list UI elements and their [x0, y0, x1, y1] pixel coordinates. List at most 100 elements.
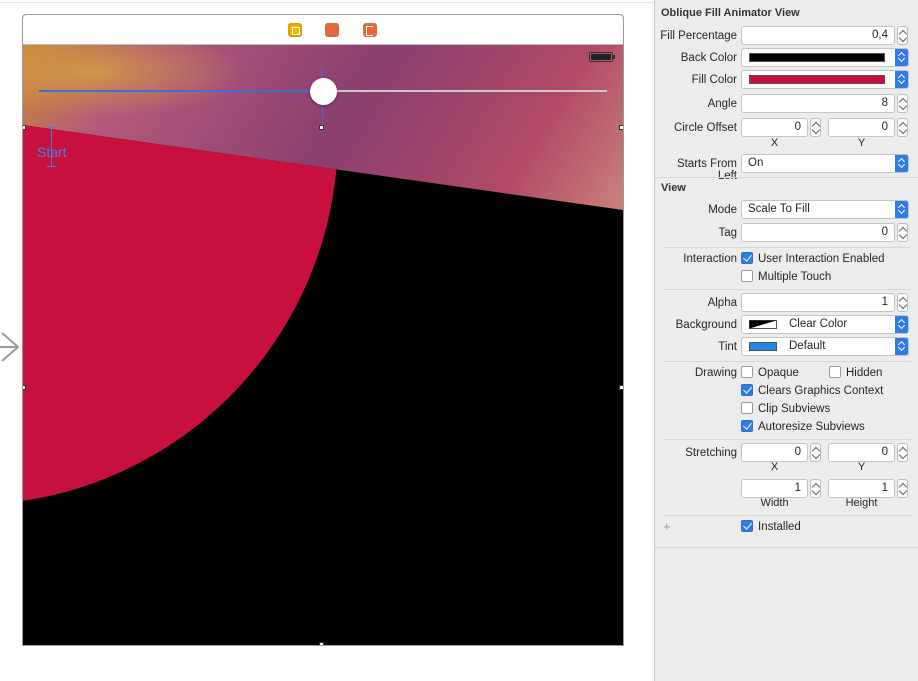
installed-label: Installed — [758, 521, 801, 533]
opaque-label: Opaque — [758, 367, 799, 379]
circle-offset-y-caption: Y — [857, 137, 866, 149]
stretching-height-stepper[interactable] — [897, 479, 908, 498]
section-divider — [655, 177, 918, 178]
alpha-field[interactable]: 1 — [741, 293, 895, 312]
user-interaction-checkbox[interactable] — [741, 252, 753, 264]
hidden-label: Hidden — [846, 367, 883, 379]
stretching-x-stepper[interactable] — [810, 443, 821, 462]
clears-graphics-checkbox[interactable] — [741, 384, 753, 396]
view-controller-icon[interactable] — [288, 23, 302, 37]
tint-label: Tint — [718, 341, 737, 353]
tint-value: Default — [789, 340, 826, 352]
circle-offset-label: Circle Offset — [673, 122, 737, 134]
popup-arrows-icon — [895, 338, 908, 355]
tint-color-swatch — [749, 342, 777, 351]
resize-handle[interactable] — [319, 642, 324, 645]
resize-handle[interactable] — [619, 125, 623, 130]
stretching-width-field[interactable]: 1 — [741, 479, 808, 498]
resize-handle[interactable] — [23, 125, 26, 130]
view-controller-scene[interactable]: Start — [22, 14, 624, 646]
tag-label: Tag — [718, 227, 737, 239]
background-popup[interactable]: Clear Color — [741, 315, 909, 334]
fill-percentage-label: Fill Percentage — [660, 30, 737, 42]
popup-arrows-icon — [895, 316, 908, 333]
mode-label: Mode — [708, 204, 737, 216]
alpha-label: Alpha — [707, 297, 737, 309]
multiple-touch-checkbox[interactable] — [741, 270, 753, 282]
stretching-height-field[interactable]: 1 — [828, 479, 895, 498]
opaque-checkbox[interactable] — [741, 366, 753, 378]
tag-stepper[interactable] — [897, 223, 908, 242]
tag-field[interactable]: 0 — [741, 223, 895, 242]
slider-max-track — [335, 90, 607, 92]
circle-offset-x-caption: X — [770, 137, 779, 149]
starts-from-left-value: On — [748, 157, 764, 169]
resize-handle[interactable] — [319, 125, 324, 130]
storyboard-canvas[interactable]: Start — [0, 0, 654, 681]
section-divider — [655, 547, 918, 548]
battery-icon — [589, 52, 615, 62]
stretching-x-field[interactable]: 0 — [741, 443, 808, 462]
tint-popup[interactable]: Default — [741, 337, 909, 356]
section-title-view: View — [661, 182, 686, 194]
stretching-y-caption: Y — [857, 461, 866, 473]
popup-arrows-icon — [895, 201, 908, 218]
user-interaction-label: User Interaction Enabled — [758, 253, 885, 265]
slider-min-track — [39, 90, 323, 92]
mode-value: Scale To Fill — [748, 203, 810, 215]
oblique-fill-animator-view[interactable]: Start — [23, 45, 623, 645]
row-divider — [663, 439, 911, 440]
popup-arrows-icon — [895, 71, 908, 88]
hidden-checkbox[interactable] — [829, 366, 841, 378]
angle-label: Angle — [707, 98, 737, 110]
fill-percentage-stepper[interactable] — [897, 26, 908, 45]
alpha-stepper[interactable] — [897, 293, 908, 312]
fill-color-swatch — [749, 75, 885, 84]
scene-graphic — [23, 45, 623, 645]
fill-percentage-field[interactable]: 0,4 — [741, 26, 895, 45]
row-divider — [663, 515, 911, 516]
row-divider — [663, 247, 911, 248]
starts-from-left-popup[interactable]: On — [741, 154, 909, 173]
resize-handle[interactable] — [23, 385, 26, 390]
back-color-label: Back Color — [680, 52, 737, 64]
popup-arrows-icon — [895, 49, 908, 66]
installed-checkbox[interactable] — [741, 520, 753, 532]
background-value: Clear Color — [789, 318, 848, 330]
fill-color-popup[interactable] — [741, 70, 909, 89]
stretching-y-field[interactable]: 0 — [828, 443, 895, 462]
multiple-touch-label: Multiple Touch — [758, 271, 832, 283]
angle-field[interactable]: 8 — [741, 94, 895, 113]
canvas-top-divider — [0, 2, 654, 3]
slider-thumb[interactable] — [310, 78, 337, 105]
row-divider — [663, 289, 911, 290]
start-button[interactable]: Start — [37, 144, 67, 160]
autoresize-checkbox[interactable] — [741, 420, 753, 432]
circle-offset-y-field[interactable]: 0 — [828, 118, 895, 137]
fill-color-label: Fill Color — [691, 74, 737, 86]
stretching-height-caption: Height — [845, 497, 878, 509]
exit-icon[interactable] — [363, 23, 377, 37]
back-color-popup[interactable] — [741, 48, 909, 67]
initial-scene-arrow-icon — [0, 332, 20, 362]
drawing-label: Drawing — [694, 367, 737, 379]
circle-offset-x-field[interactable]: 0 — [741, 118, 808, 137]
stretching-width-stepper[interactable] — [810, 479, 821, 498]
stretching-y-stepper[interactable] — [897, 443, 908, 462]
angle-stepper[interactable] — [897, 94, 908, 113]
stretching-x-caption: X — [770, 461, 779, 473]
circle-offset-y-stepper[interactable] — [897, 118, 908, 137]
clip-subviews-checkbox[interactable] — [741, 402, 753, 414]
background-label: Background — [675, 319, 737, 331]
back-color-swatch — [749, 53, 885, 62]
resize-handle[interactable] — [619, 385, 623, 390]
clears-graphics-label: Clears Graphics Context — [758, 385, 884, 397]
plus-icon[interactable]: + — [663, 519, 671, 534]
first-responder-icon[interactable] — [325, 23, 339, 37]
clip-subviews-label: Clip Subviews — [758, 403, 831, 415]
row-divider — [663, 361, 911, 362]
popup-arrows-icon — [895, 155, 908, 172]
circle-offset-x-stepper[interactable] — [810, 118, 821, 137]
scene-dock — [23, 15, 623, 45]
mode-popup[interactable]: Scale To Fill — [741, 200, 909, 219]
